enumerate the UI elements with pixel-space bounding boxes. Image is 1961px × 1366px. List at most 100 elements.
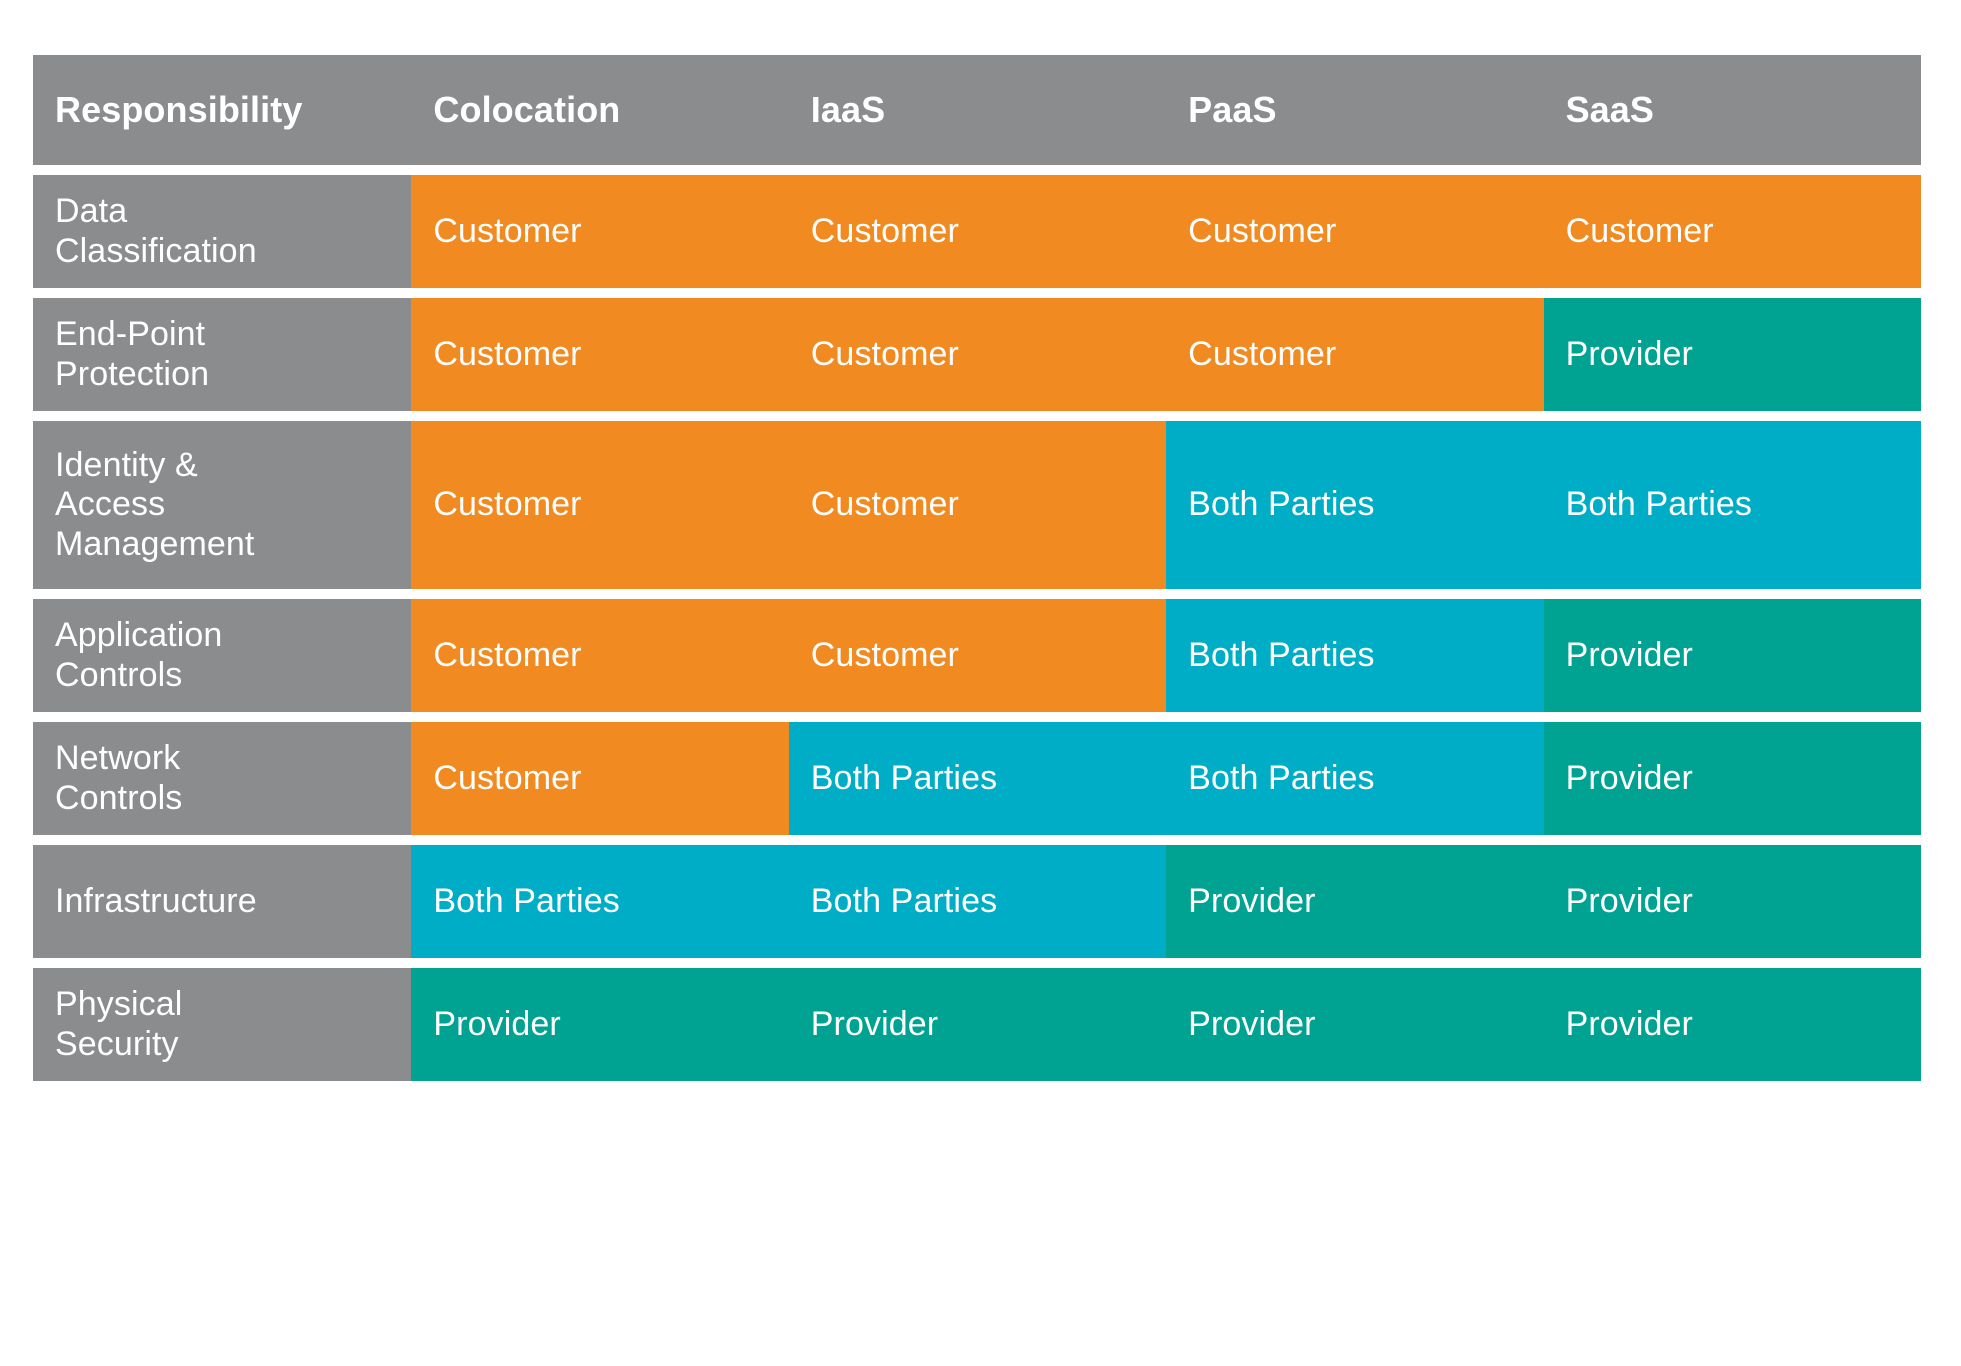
responsibility-value-provider: Provider bbox=[1166, 968, 1544, 1081]
matrix-cell-paas: Both Parties bbox=[1166, 599, 1544, 722]
responsibility-value-text: Provider bbox=[1565, 635, 1693, 674]
column-header-iaas: IaaS bbox=[788, 55, 1167, 175]
row-label: Application Controls bbox=[33, 599, 412, 712]
table-row: Network Controls Customer Both Parties Both… bbox=[33, 722, 1921, 845]
matrix-cell-colocation: Customer bbox=[411, 298, 789, 421]
matrix-cell-saas: Provider bbox=[1543, 298, 1921, 421]
responsibility-value-bothparties: Both Parties bbox=[1166, 722, 1544, 835]
row-label-text: Data Classification bbox=[55, 192, 257, 270]
column-header-label: Responsibility bbox=[55, 89, 303, 131]
column-header-label: SaaS bbox=[1565, 89, 1655, 131]
row-label-cell: Physical Security bbox=[33, 968, 412, 1091]
table-row: Data Classification Customer Customer Custo… bbox=[33, 175, 1921, 298]
responsibility-value-provider: Provider bbox=[1543, 968, 1921, 1081]
responsibility-value-text: Customer bbox=[810, 635, 959, 674]
responsibility-value-customer: Customer bbox=[411, 722, 789, 835]
row-label: Identity & Access Management bbox=[33, 421, 412, 589]
matrix-cell-saas: Provider bbox=[1543, 599, 1921, 722]
responsibility-value-bothparties: Both Parties bbox=[411, 845, 789, 958]
matrix-cell-paas: Customer bbox=[1166, 175, 1544, 298]
table-row: End-Point Protection Customer Customer Cust… bbox=[33, 298, 1921, 421]
table-header-row: Responsibility Colocation IaaS PaaS SaaS bbox=[33, 55, 1921, 175]
responsibility-value-text: Customer bbox=[810, 334, 959, 373]
responsibility-value-text: Provider bbox=[1565, 881, 1693, 920]
responsibility-value-bothparties: Both Parties bbox=[1543, 421, 1921, 589]
row-label-cell: Data Classification bbox=[33, 175, 412, 298]
responsibility-value-text: Customer bbox=[810, 211, 959, 250]
responsibility-value-bothparties: Both Parties bbox=[788, 845, 1167, 958]
column-header-label: PaaS bbox=[1188, 89, 1277, 131]
row-label-text: Application Controls bbox=[55, 616, 223, 694]
responsibility-value-provider: Provider bbox=[1543, 845, 1921, 958]
matrix-cell-saas: Provider bbox=[1543, 968, 1921, 1091]
responsibility-value-text: Both Parties bbox=[1188, 635, 1375, 674]
responsibility-value-provider: Provider bbox=[411, 968, 789, 1081]
row-label-cell: Infrastructure bbox=[33, 845, 412, 968]
responsibility-value-customer: Customer bbox=[788, 599, 1167, 712]
responsibility-value-text: Customer bbox=[1565, 211, 1714, 250]
responsibility-value-text: Provider bbox=[1565, 1004, 1693, 1043]
matrix-cell-colocation: Customer bbox=[411, 175, 789, 298]
matrix-cell-iaas: Provider bbox=[788, 968, 1167, 1091]
matrix-cell-paas: Provider bbox=[1166, 845, 1544, 968]
row-label: End-Point Protection bbox=[33, 298, 412, 411]
responsibility-value-text: Provider bbox=[1565, 758, 1693, 797]
row-label: Network Controls bbox=[33, 722, 412, 835]
matrix-cell-saas: Provider bbox=[1543, 845, 1921, 968]
responsibility-value-text: Both Parties bbox=[1188, 485, 1375, 524]
responsibility-value-text: Customer bbox=[1188, 211, 1337, 250]
matrix-cell-colocation: Customer bbox=[411, 722, 789, 845]
matrix-cell-saas: Provider bbox=[1543, 722, 1921, 845]
matrix-cell-colocation: Provider bbox=[411, 968, 789, 1091]
table-row: Infrastructure Both Parties Both Parties Pr… bbox=[33, 845, 1921, 968]
responsibility-matrix-page: Responsibility Colocation IaaS PaaS SaaS… bbox=[0, 0, 1961, 1366]
responsibility-value-customer: Customer bbox=[411, 175, 789, 288]
table-row: Physical Security Provider Provider Provide… bbox=[33, 968, 1921, 1091]
matrix-cell-iaas: Both Parties bbox=[788, 722, 1167, 845]
matrix-cell-paas: Both Parties bbox=[1166, 421, 1544, 599]
column-header-responsibility: Responsibility bbox=[33, 55, 412, 175]
row-label-text: Infrastructure bbox=[55, 881, 257, 920]
row-label: Physical Security bbox=[33, 968, 412, 1081]
responsibility-value-bothparties: Both Parties bbox=[788, 722, 1167, 835]
responsibility-value-text: Customer bbox=[433, 485, 582, 524]
matrix-cell-iaas: Customer bbox=[788, 298, 1167, 421]
responsibility-value-text: Customer bbox=[433, 758, 582, 797]
row-label: Infrastructure bbox=[33, 845, 412, 958]
row-label-cell: Network Controls bbox=[33, 722, 412, 845]
responsibility-value-customer: Customer bbox=[1543, 175, 1921, 288]
responsibility-value-text: Both Parties bbox=[810, 881, 998, 920]
responsibility-value-text: Both Parties bbox=[810, 758, 998, 797]
matrix-cell-colocation: Both Parties bbox=[411, 845, 789, 968]
responsibility-value-customer: Customer bbox=[1166, 298, 1544, 411]
responsibility-value-text: Both Parties bbox=[1565, 485, 1752, 524]
table-header: Responsibility Colocation IaaS PaaS SaaS bbox=[33, 55, 1921, 175]
responsibility-value-text: Provider bbox=[810, 1004, 939, 1043]
column-header-label: IaaS bbox=[810, 89, 886, 131]
responsibility-value-customer: Customer bbox=[1166, 175, 1544, 288]
responsibility-value-text: Customer bbox=[1188, 334, 1337, 373]
matrix-cell-paas: Customer bbox=[1166, 298, 1544, 421]
matrix-cell-paas: Both Parties bbox=[1166, 722, 1544, 845]
column-header-label: Colocation bbox=[433, 89, 621, 131]
responsibility-value-customer: Customer bbox=[788, 298, 1167, 411]
row-label-text: End-Point Protection bbox=[55, 315, 210, 393]
responsibility-value-customer: Customer bbox=[411, 421, 789, 589]
responsibility-value-text: Provider bbox=[433, 1004, 561, 1043]
responsibility-value-text: Customer bbox=[810, 485, 959, 524]
matrix-cell-iaas: Customer bbox=[788, 421, 1167, 599]
matrix-cell-colocation: Customer bbox=[411, 599, 789, 722]
responsibility-value-bothparties: Both Parties bbox=[1166, 599, 1544, 712]
matrix-cell-iaas: Customer bbox=[788, 175, 1167, 298]
responsibility-value-text: Customer bbox=[433, 334, 582, 373]
responsibility-value-bothparties: Both Parties bbox=[1166, 421, 1544, 589]
column-header-colocation: Colocation bbox=[411, 55, 789, 175]
matrix-cell-saas: Both Parties bbox=[1543, 421, 1921, 599]
responsibility-value-provider: Provider bbox=[1543, 298, 1921, 411]
responsibility-value-text: Provider bbox=[1565, 334, 1693, 373]
responsibility-value-provider: Provider bbox=[788, 968, 1167, 1081]
row-label-text: Identity & Access Management bbox=[55, 445, 255, 563]
matrix-cell-iaas: Both Parties bbox=[788, 845, 1167, 968]
row-label-cell: Identity & Access Management bbox=[33, 421, 412, 599]
responsibility-value-customer: Customer bbox=[411, 298, 789, 411]
